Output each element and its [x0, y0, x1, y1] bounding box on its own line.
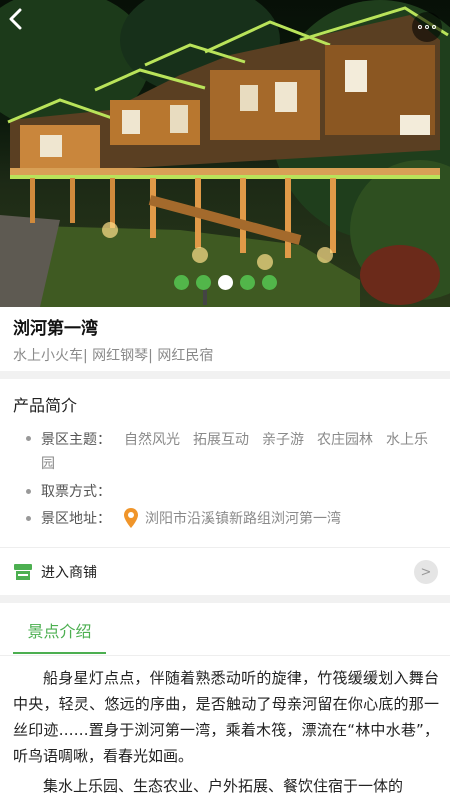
- section-divider: [0, 595, 450, 603]
- ticket-method-label: 取票方式：: [41, 484, 111, 500]
- tab-label: 景点介绍: [27, 622, 92, 641]
- scenic-themes: 景区主题： 自然风光 拓展互动 亲子游 农庄园林 水上乐园: [41, 428, 441, 476]
- carousel-dot[interactable]: [173, 275, 189, 290]
- product-intro-heading: 产品简介: [13, 396, 78, 415]
- theme-label: 景区主题：: [41, 432, 111, 448]
- theme-chip: 拓展互动: [193, 432, 249, 448]
- address-row: 景区地址： 浏阳市沿溪镇新路组浏河第一湾: [26, 507, 341, 529]
- tab-scenic-intro[interactable]: 景点介绍: [13, 608, 106, 654]
- enter-shop-button[interactable]: 进入商铺 >: [0, 547, 450, 595]
- theme-chip: 农庄园林: [317, 432, 373, 448]
- location-pin-icon: [124, 508, 138, 528]
- ticket-method-row: 取票方式：: [26, 481, 111, 501]
- more-dot-icon: [425, 25, 429, 29]
- article-paragraph: 集水上乐园、生态农业、户外拓展、餐饮住宿于一体的: [43, 777, 404, 795]
- more-options-button[interactable]: [412, 12, 442, 42]
- section-divider: [0, 371, 450, 379]
- scenic-description: 船身星灯点点，伴随着熟悉动听的旋律，竹筏缓缓划入舞台中央，轻灵、悠远的序曲，是否…: [13, 665, 439, 799]
- carousel-dot[interactable]: [239, 275, 255, 290]
- chevron-right-icon: >: [414, 560, 438, 584]
- product-tags: 水上小火车| 网红钢琴| 网红民宿: [13, 348, 214, 364]
- tab-bar-divider: [0, 655, 450, 656]
- back-arrow-icon: [9, 8, 22, 30]
- carousel-indicator: [0, 275, 450, 290]
- address-label: 景区地址：: [41, 511, 111, 527]
- enter-shop-label: 进入商铺: [41, 564, 97, 581]
- more-dot-icon: [432, 25, 436, 29]
- back-button[interactable]: [8, 8, 44, 44]
- hero-image-carousel[interactable]: [0, 0, 450, 307]
- carousel-dot[interactable]: [195, 275, 211, 290]
- address-value[interactable]: 浏阳市沿溪镇新路组浏河第一湾: [145, 508, 341, 528]
- store-icon: [14, 563, 32, 580]
- theme-chip: 自然风光: [124, 432, 180, 448]
- more-dot-icon: [418, 25, 422, 29]
- theme-chip: 亲子游: [262, 432, 304, 448]
- hero-photo: [0, 0, 450, 307]
- carousel-dot[interactable]: [261, 275, 277, 290]
- article-paragraph: 船身星灯点点，伴随着熟悉动听的旋律，竹筏缓缓划入舞台中央，轻灵、悠远的序曲，是否…: [13, 669, 439, 765]
- theme-bullet: [26, 428, 41, 441]
- carousel-dot[interactable]: [217, 275, 233, 290]
- page-title: 浏河第一湾: [13, 319, 98, 339]
